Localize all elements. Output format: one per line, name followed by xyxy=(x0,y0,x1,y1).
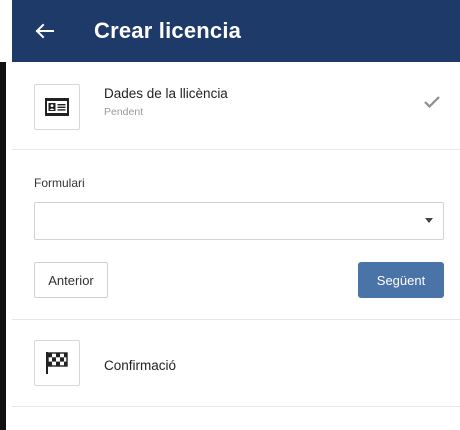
step-confirmation[interactable]: Confirmació xyxy=(12,319,460,407)
page-title: Crear licencia xyxy=(94,18,242,43)
id-card-icon xyxy=(45,98,69,116)
check-icon xyxy=(424,96,440,108)
previous-button[interactable]: Anterior xyxy=(34,262,108,298)
step-title: Confirmació xyxy=(104,358,177,373)
arrow-left-icon xyxy=(35,23,54,39)
step-icon-box xyxy=(34,340,80,386)
checkered-flag-icon xyxy=(46,352,68,374)
stepper: Dades de la llicència Pendent Formulari … xyxy=(12,62,460,430)
next-button[interactable]: Següent xyxy=(358,262,444,298)
left-edge-bar xyxy=(0,62,6,430)
step-text: Dades de la llicència Pendent xyxy=(104,86,228,118)
step-icon-box xyxy=(34,84,80,130)
dropdown-caret-icon xyxy=(425,218,433,223)
step-title: Dades de la llicència xyxy=(104,86,228,101)
step-text: Confirmació xyxy=(104,358,176,373)
step-license-data[interactable]: Dades de la llicència Pendent xyxy=(12,62,460,150)
form-label: Formulari xyxy=(34,176,85,190)
back-button[interactable] xyxy=(24,11,64,51)
app-bar: Crear licencia xyxy=(12,0,460,62)
step-status-text: Pendent xyxy=(104,106,144,118)
form-select[interactable] xyxy=(34,202,444,240)
